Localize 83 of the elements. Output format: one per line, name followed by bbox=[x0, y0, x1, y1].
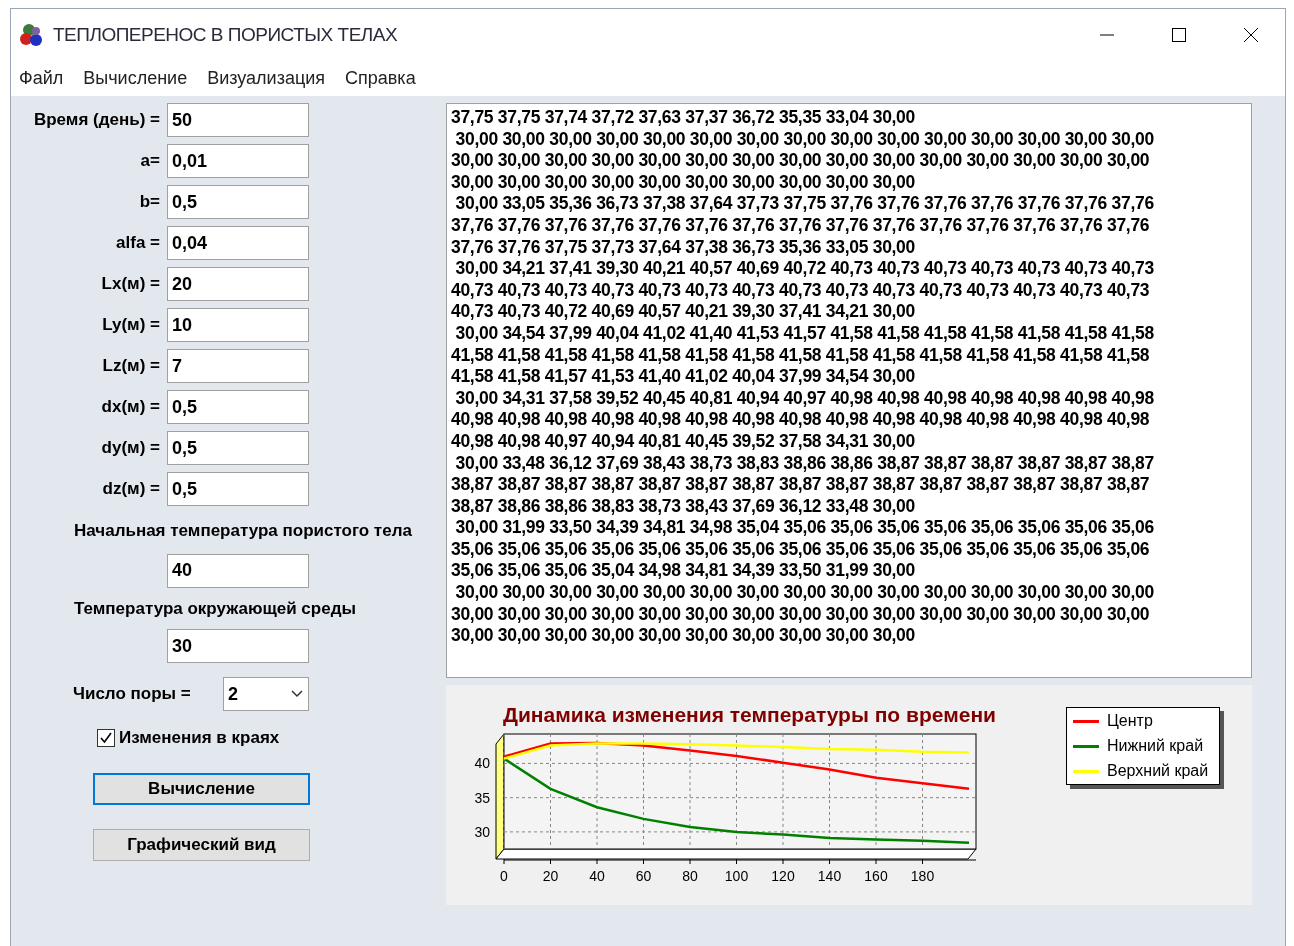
x-tick-label: 140 bbox=[817, 867, 842, 884]
text-field[interactable]: 7 bbox=[167, 349, 309, 383]
field-label: Lz(м) = bbox=[101, 355, 161, 378]
field-label: Начальная температура пористого тела bbox=[74, 520, 413, 542]
x-tick-label: 20 bbox=[542, 867, 559, 884]
output-line: 30,00 30,00 30,00 30,00 30,00 30,00 30,00 30,00 30,00 30,00 30,00 30,00 30,00 30,00 30,00 bbox=[451, 150, 1150, 172]
field-label: Число поры = bbox=[73, 683, 192, 706]
x-tick-label: 100 bbox=[724, 867, 749, 884]
text-field[interactable]: 0,5 bbox=[167, 185, 309, 219]
field-label: alfa = bbox=[115, 232, 161, 255]
app-logo-icon bbox=[19, 22, 45, 48]
field-label: Lx(м) = bbox=[100, 273, 161, 296]
menu-item[interactable]: Вычисление bbox=[83, 65, 188, 92]
y-tick-label: 40 bbox=[474, 754, 490, 771]
close-icon[interactable] bbox=[1243, 27, 1259, 43]
field-label: dy(м) = bbox=[100, 437, 161, 460]
legend-label: Верхний край bbox=[1107, 761, 1209, 781]
output-line: 30,00 30,00 30,00 30,00 30,00 30,00 30,00 30,00 30,00 30,00 30,00 30,00 30,00 30,00 30,00 bbox=[454, 128, 1154, 151]
output-line: 30,00 33,48 36,12 37,69 38,43 38,73 38,83 38,86 38,86 38,87 38,87 38,87 38,87 38,87 38,87 bbox=[454, 452, 1154, 475]
output-line: 38,87 38,86 38,86 38,83 38,73 38,43 37,69 36,12 33,48 30,00 bbox=[451, 495, 915, 518]
x-tick-label: 0 bbox=[500, 867, 508, 884]
output-line: 38,87 38,87 38,87 38,87 38,87 38,87 38,87 38,87 38,87 38,87 38,87 38,87 38,87 38,87 38,87 bbox=[451, 474, 1150, 496]
y-tick-label: 30 bbox=[474, 823, 490, 840]
output-line: 40,98 40,98 40,97 40,94 40,81 40,45 39,52 37,58 34,31 30,00 bbox=[451, 430, 915, 453]
legend-label: Нижний край bbox=[1107, 736, 1204, 756]
text-field[interactable]: 40 bbox=[167, 553, 309, 588]
output-line: 40,98 40,98 40,98 40,98 40,98 40,98 40,98 40,98 40,98 40,98 40,98 40,98 40,98 40,98 40,98 bbox=[451, 409, 1150, 431]
x-tick-label: 120 bbox=[771, 867, 795, 884]
menu-item[interactable]: Файл bbox=[19, 65, 64, 92]
output-line: 30,00 30,00 30,00 30,00 30,00 30,00 30,00 30,00 30,00 30,00 30,00 30,00 30,00 30,00 30,00 bbox=[454, 582, 1154, 604]
text-field[interactable]: 0,5 bbox=[167, 390, 309, 424]
field-label: dz(м) = bbox=[101, 478, 161, 501]
field-label: dx(м) = bbox=[100, 396, 161, 419]
output-line: 37,76 37,76 37,76 37,76 37,76 37,76 37,76 37,76 37,76 37,76 37,76 37,76 37,76 37,76 37,76 bbox=[451, 214, 1150, 237]
text-field[interactable]: 10 bbox=[167, 308, 309, 342]
output-line: 30,00 34,54 37,99 40,04 41,02 41,40 41,53 41,57 41,58 41,58 41,58 41,58 41,58 41,58 41,58 bbox=[454, 322, 1154, 345]
output-line: 30,00 34,31 37,58 39,52 40,45 40,81 40,94 40,97 40,98 40,98 40,98 40,98 40,98 40,98 40,98 bbox=[454, 387, 1154, 410]
menu-item[interactable]: Справка bbox=[345, 65, 416, 92]
x-tick-label: 160 bbox=[864, 867, 888, 884]
checkbox-label: Изменения в краях bbox=[119, 727, 280, 749]
output-line: 30,00 30,00 30,00 30,00 30,00 30,00 30,00 30,00 30,00 30,00 30,00 30,00 30,00 30,00 30,00 bbox=[451, 603, 1150, 626]
x-tick-label: 60 bbox=[635, 867, 652, 884]
text-field[interactable]: 0,5 bbox=[167, 472, 309, 506]
legend-label: Центр bbox=[1107, 711, 1153, 731]
output-line: 30,00 34,21 37,41 39,30 40,21 40,57 40,69 40,72 40,73 40,73 40,73 40,73 40,73 40,73 40,73 bbox=[454, 258, 1154, 280]
action-button[interactable]: Графический вид bbox=[93, 828, 310, 861]
checkbox[interactable] bbox=[97, 728, 115, 747]
output-line: 41,58 41,58 41,57 41,53 41,40 41,02 40,04 37,99 34,54 30,00 bbox=[451, 366, 915, 388]
output-line: 30,00 30,00 30,00 30,00 30,00 30,00 30,00 30,00 30,00 30,00 bbox=[451, 171, 915, 194]
text-field[interactable]: 30 bbox=[167, 629, 309, 663]
text-field[interactable]: 0,04 bbox=[167, 226, 309, 260]
action-button[interactable]: Вычисление bbox=[93, 772, 310, 805]
text-field[interactable]: 50 bbox=[167, 103, 309, 137]
output-line: 41,58 41,58 41,58 41,58 41,58 41,58 41,58 41,58 41,58 41,58 41,58 41,58 41,58 41,58 41,58 bbox=[451, 344, 1150, 367]
field-label: a= bbox=[139, 150, 161, 173]
field-label: Ly(м) = bbox=[101, 314, 161, 337]
text-field[interactable]: 0,5 bbox=[167, 431, 309, 465]
maximize-icon[interactable] bbox=[1171, 27, 1187, 43]
output-line: 40,73 40,73 40,72 40,69 40,57 40,21 39,30 37,41 34,21 30,00 bbox=[451, 301, 915, 323]
output-line: 40,73 40,73 40,73 40,73 40,73 40,73 40,73 40,73 40,73 40,73 40,73 40,73 40,73 40,73 40,73 bbox=[451, 279, 1150, 302]
text-field[interactable]: 0,01 bbox=[167, 144, 309, 178]
output-line: 30,00 31,99 33,50 34,39 34,81 34,98 35,04 35,06 35,06 35,06 35,06 35,06 35,06 35,06 35,06 bbox=[454, 517, 1154, 539]
x-tick-label: 80 bbox=[682, 867, 698, 884]
chevron-icon bbox=[290, 689, 304, 699]
output-line: 30,00 33,05 35,36 36,73 37,38 37,64 37,73 37,75 37,76 37,76 37,76 37,76 37,76 37,76 37,76 bbox=[454, 193, 1154, 215]
text-field[interactable]: 20 bbox=[167, 267, 309, 301]
output-line: 35,06 35,06 35,06 35,04 34,98 34,81 34,39 33,50 31,99 30,00 bbox=[451, 560, 915, 583]
field-label: b= bbox=[138, 191, 161, 214]
checkmark-icon bbox=[99, 730, 113, 745]
output-line: 30,00 30,00 30,00 30,00 30,00 30,00 30,00 30,00 30,00 30,00 bbox=[451, 625, 915, 647]
output-line: 37,76 37,76 37,75 37,73 37,64 37,38 36,73 35,36 33,05 30,00 bbox=[451, 236, 915, 259]
window-title: ТЕПЛОПЕРЕНОС В ПОРИСТЫХ ТЕЛАХ bbox=[53, 22, 398, 47]
output-line: 37,75 37,75 37,74 37,72 37,63 37,37 36,72 35,35 33,04 30,00 bbox=[451, 107, 915, 129]
field-label: Время (день) = bbox=[32, 109, 161, 132]
menu-item[interactable]: Визуализация bbox=[207, 65, 326, 92]
dropdown[interactable]: 2 bbox=[223, 677, 309, 711]
chart-title: Динамика изменения температуры по времени bbox=[503, 702, 997, 728]
x-tick-label: 180 bbox=[910, 867, 935, 884]
y-tick-label: 35 bbox=[474, 789, 490, 806]
x-tick-label: 40 bbox=[589, 867, 605, 884]
output-text-area[interactable] bbox=[446, 103, 1252, 678]
output-line: 35,06 35,06 35,06 35,06 35,06 35,06 35,06 35,06 35,06 35,06 35,06 35,06 35,06 35,06 35,06 bbox=[451, 538, 1150, 561]
field-label: Температура окружающей среды bbox=[74, 597, 357, 620]
